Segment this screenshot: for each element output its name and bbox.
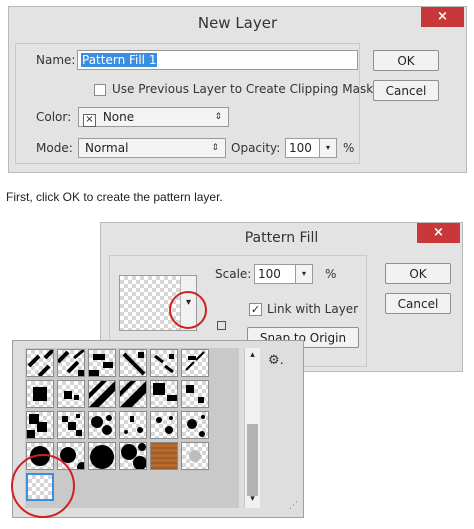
pattern-scrollbar[interactable]: ▴ ▾ [244,348,260,508]
pattern-swatch-large-dots[interactable] [181,411,209,439]
pattern-swatch-diagonal-dashes-small[interactable] [150,349,178,377]
pattern-swatch-diagonal-dashes-light[interactable] [181,349,209,377]
scale-field[interactable]: 100 ▾ [254,264,313,284]
opacity-label: Opacity: [231,141,281,155]
color-value: None [102,110,135,124]
pattern-swatch-staircase-small[interactable] [57,411,85,439]
opacity-field[interactable]: 100 ▾ [285,138,337,158]
pattern-swatch-diagonal-dashes-bold[interactable] [88,349,116,377]
instruction-caption: First, click OK to create the pattern la… [6,190,223,204]
pattern-swatch-diagonal-dashes-dense[interactable] [57,349,85,377]
name-input[interactable]: Pattern Fill 1 [77,50,358,70]
color-label: Color: [36,110,72,124]
scroll-down-icon[interactable]: ▾ [245,494,260,504]
pattern-swatch-packed-circles[interactable] [119,442,147,470]
link-with-layer-label: Link with Layer [267,302,359,316]
opacity-unit: % [343,141,355,155]
scale-dropdown-icon[interactable]: ▾ [295,265,312,283]
scale-unit: % [325,267,337,281]
cancel-button[interactable]: Cancel [373,80,439,101]
pattern-swatch-diagonal-dashes[interactable] [26,349,54,377]
select-arrows-icon: ⇕ [211,143,219,153]
close-button[interactable]: × [421,7,464,27]
link-with-layer-checkbox[interactable]: ✓ [249,303,262,316]
cancel-button[interactable]: Cancel [385,293,451,314]
pattern-swatch-staircase-large[interactable] [26,411,54,439]
select-arrows-icon: ⇕ [214,112,222,122]
close-button[interactable]: × [417,223,460,243]
close-icon: × [433,225,444,240]
new-preset-icon[interactable] [217,321,226,330]
opacity-value: 100 [289,141,312,155]
pattern-swatch-checker-quarter[interactable] [150,380,178,408]
none-color-icon: × [83,114,96,127]
pattern-swatch-wood-grain[interactable] [150,442,178,470]
pattern-swatch-diagonal-dashes-right[interactable] [119,349,147,377]
pattern-swatch-huge-circles[interactable] [88,442,116,470]
clipping-mask-checkbox[interactable] [94,84,106,96]
pattern-swatch-soft-dot[interactable] [181,442,209,470]
dialog-title: New Layer [197,14,278,32]
pattern-swatch-small-squares[interactable] [57,380,85,408]
callout-circle [169,291,207,329]
mode-select[interactable]: Normal ⇕ [78,138,226,158]
new-layer-dialog: New Layer × Name: Pattern Fill 1 Use Pre… [8,6,467,173]
check-icon: ✓ [250,303,261,316]
mode-value: Normal [85,141,129,155]
scale-value: 100 [258,267,281,281]
name-value: Pattern Fill 1 [81,53,158,67]
name-label: Name: [36,53,76,67]
pattern-swatch-confetti[interactable] [119,411,147,439]
pattern-swatch-sparse-squares[interactable] [181,380,209,408]
scroll-up-icon[interactable]: ▴ [245,350,260,360]
ok-button[interactable]: OK [373,50,439,71]
pattern-swatch-diagonal-stripes-right[interactable] [119,380,147,408]
close-icon: × [437,9,448,24]
resize-grip-icon[interactable]: ⋰ [289,501,298,511]
pattern-swatch-scattered-dots[interactable] [150,411,178,439]
dialog-title: Pattern Fill [244,230,319,246]
clipping-mask-label: Use Previous Layer to Create Clipping Ma… [112,82,374,96]
ok-button[interactable]: OK [385,263,451,284]
mode-label: Mode: [36,141,73,155]
pattern-swatch-diagonal-stripes-left[interactable] [88,380,116,408]
callout-circle [11,454,75,518]
opacity-dropdown-icon[interactable]: ▾ [319,139,336,157]
color-select[interactable]: × None ⇕ [78,107,229,127]
scale-label: Scale: [215,267,252,281]
pattern-swatch-blob-dots[interactable] [88,411,116,439]
pattern-swatch-big-squares[interactable] [26,380,54,408]
scroll-thumb[interactable] [247,424,258,496]
gear-icon[interactable]: ⚙. [268,353,284,368]
